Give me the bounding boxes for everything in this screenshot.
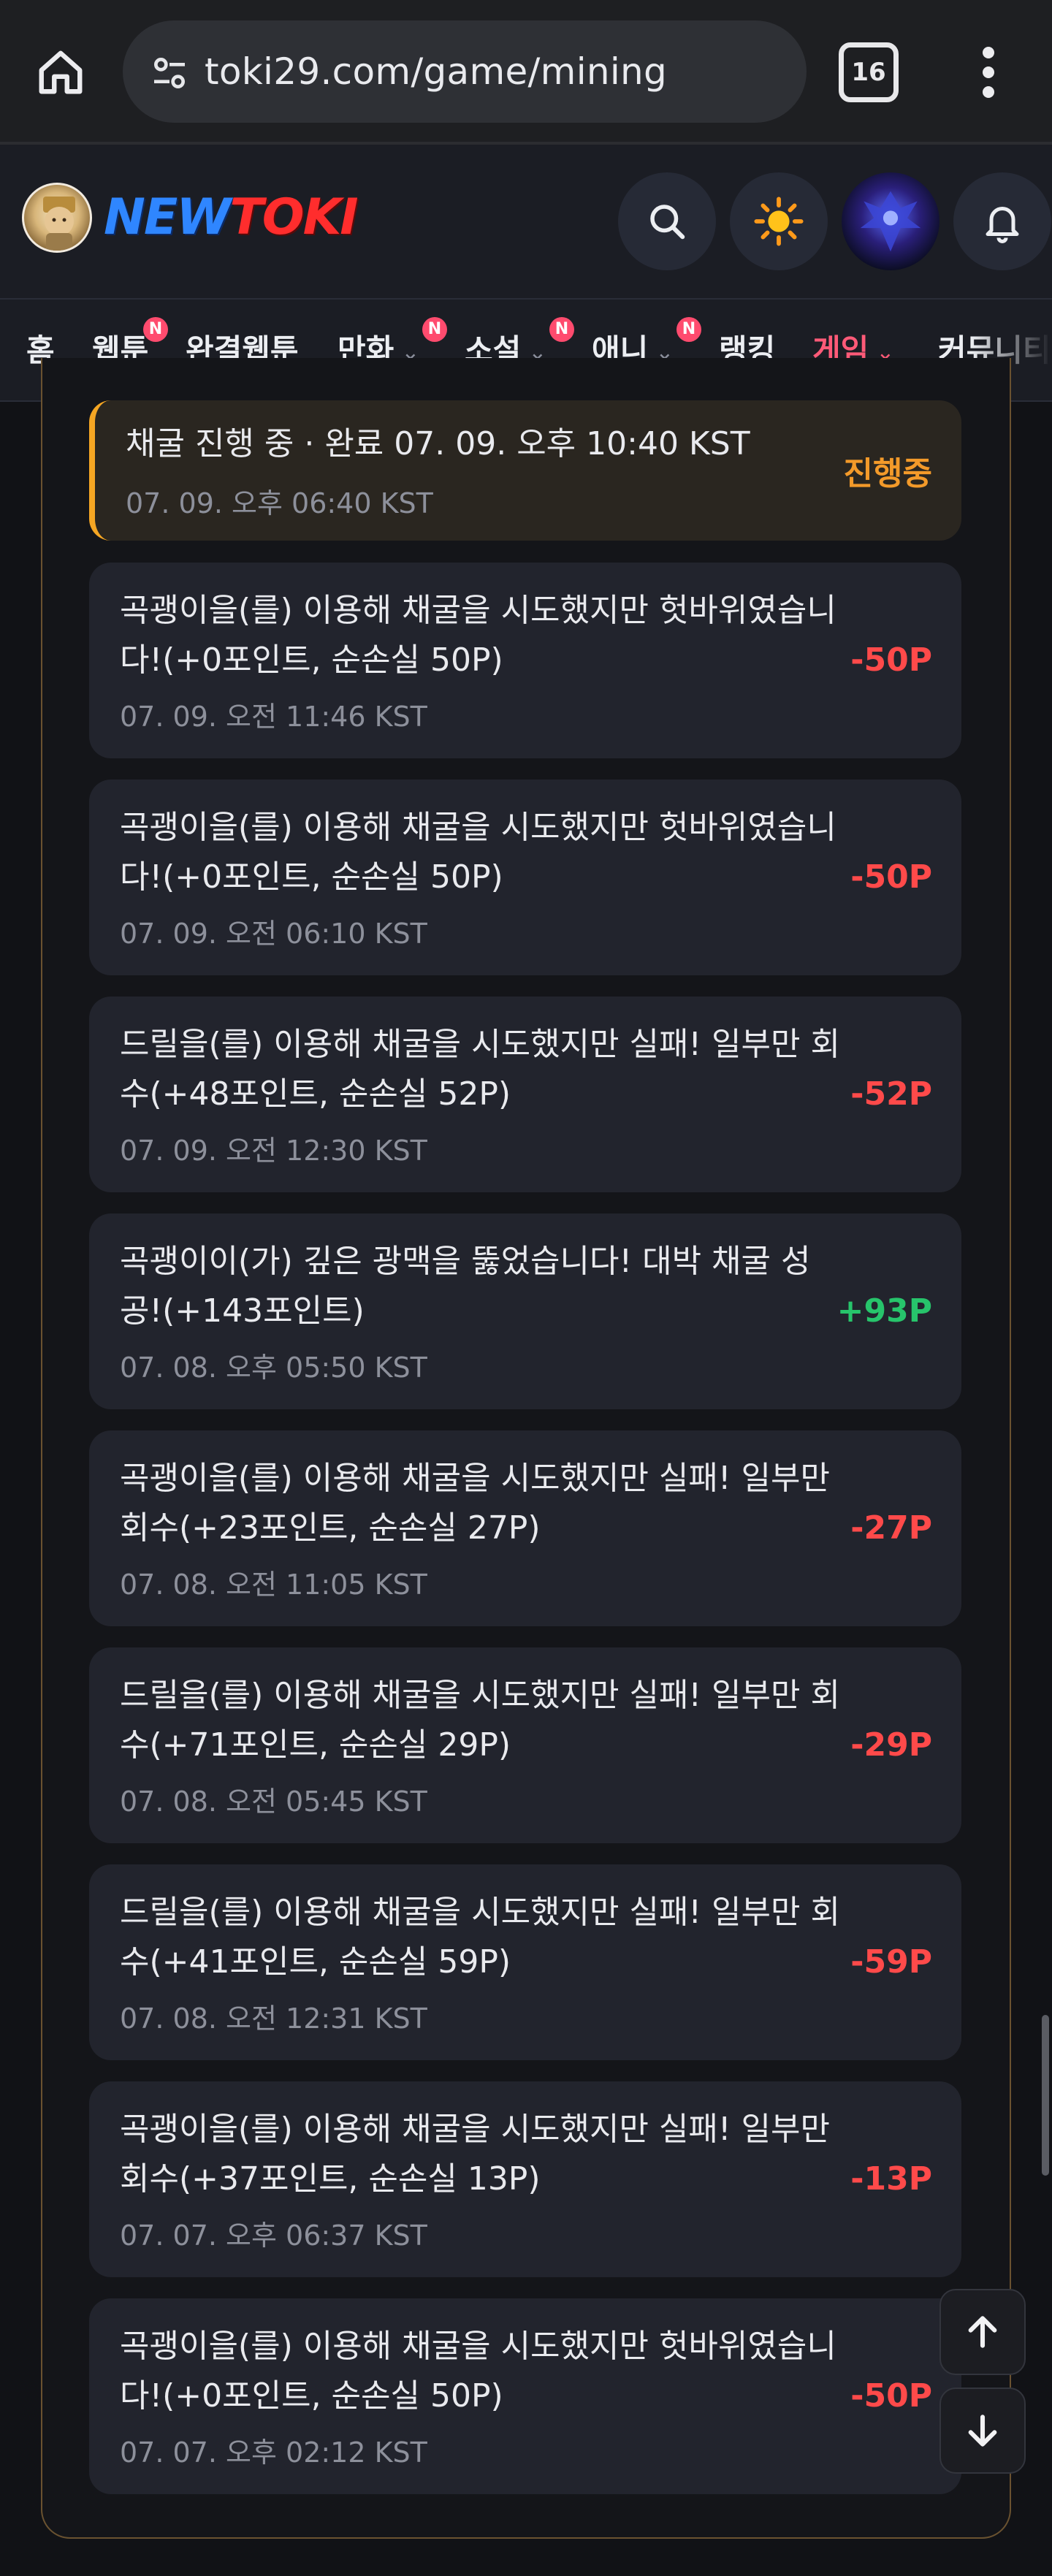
record-time: 07. 08. 오전 11:05 KST [120, 1569, 427, 1601]
scroll-bottom-button[interactable] [939, 2388, 1026, 2474]
bell-icon [986, 207, 1019, 243]
record-time: 07. 09. 오후 06:40 KST [126, 487, 433, 519]
notification-button[interactable] [953, 172, 1051, 270]
mining-record: 곡괭이을(를) 이용해 채굴을 시도했지만 헛바위였습니다!(+0포인트, 순손… [89, 780, 961, 975]
menu-dot [983, 47, 994, 58]
record-text: 곡괭이이(가) 깊은 광맥을 뚫었습니다! 대박 채굴 성공!(+143포인트) [120, 1243, 811, 1330]
record-value: +93P [836, 1292, 932, 1330]
mining-record: 드릴을(를) 이용해 채굴을 시도했지만 실패! 일부만 회수(+48포인트, … [89, 997, 961, 1192]
record-value: -59P [850, 1943, 932, 1981]
record-time: 07. 09. 오전 06:10 KST [120, 918, 427, 950]
url-text[interactable]: toki29.com/game/mining [205, 20, 667, 123]
menu-dot [983, 86, 994, 98]
new-badge: N [549, 317, 574, 342]
record-text: 곡괭이을(를) 이용해 채굴을 시도했지만 헛바위였습니다!(+0포인트, 순손… [120, 2328, 836, 2415]
record-value: -27P [850, 1509, 932, 1547]
record-time: 07. 09. 오전 11:46 KST [120, 701, 427, 733]
record-time: 07. 08. 오전 12:31 KST [120, 2003, 427, 2035]
record-value: -13P [850, 2160, 932, 2198]
new-badge: N [676, 317, 701, 342]
site-logo-text[interactable]: NEWTOKI [104, 181, 359, 254]
browser-home-button[interactable] [29, 41, 92, 104]
address-bar[interactable]: toki29.com/game/mining [123, 20, 807, 123]
mining-record-in-progress: 채굴 진행 중 · 완료 07. 09. 오후 10:40 KST 07. 09… [89, 400, 961, 541]
record-value: -50P [850, 2377, 932, 2415]
record-value: -29P [850, 1726, 932, 1764]
record-text: 곡괭이을(를) 이용해 채굴을 시도했지만 헛바위였습니다!(+0포인트, 순손… [120, 592, 836, 679]
avatar-image [860, 191, 921, 252]
record-time: 07. 09. 오전 12:30 KST [120, 1135, 427, 1167]
new-badge: N [143, 317, 168, 342]
new-badge: N [422, 317, 447, 342]
mining-record: 곡괭이을(를) 이용해 채굴을 시도했지만 헛바위였습니다!(+0포인트, 순손… [89, 2298, 961, 2494]
record-text: 드릴을(를) 이용해 채굴을 시도했지만 실패! 일부만 회수(+41포인트, … [120, 1894, 840, 1981]
record-text: 드릴을(를) 이용해 채굴을 시도했지만 실패! 일부만 회수(+71포인트, … [120, 1677, 840, 1764]
mining-record: 곡괭이을(를) 이용해 채굴을 시도했지만 실패! 일부만 회수(+23포인트,… [89, 1430, 961, 1626]
menu-dot [983, 66, 994, 78]
record-text: 드릴을(를) 이용해 채굴을 시도했지만 실패! 일부만 회수(+48포인트, … [120, 1026, 840, 1113]
mining-record: 곡괭이을(를) 이용해 채굴을 시도했지만 헛바위였습니다!(+0포인트, 순손… [89, 563, 961, 758]
search-button[interactable] [618, 172, 716, 270]
logo-toki: TOKI [229, 188, 358, 246]
arrow-down-icon [968, 2415, 997, 2447]
mascot-icon [43, 197, 75, 251]
logo-new: NEW [104, 188, 231, 246]
record-time: 07. 07. 오후 06:37 KST [120, 2219, 427, 2252]
page-scrollbar[interactable] [1042, 2015, 1049, 2176]
site-header: NEWTOKI [0, 145, 1052, 298]
mining-record: 드릴을(를) 이용해 채굴을 시도했지만 실패! 일부만 회수(+41포인트, … [89, 1864, 961, 2060]
record-text: 곡괭이을(를) 이용해 채굴을 시도했지만 실패! 일부만 회수(+23포인트,… [120, 1460, 830, 1547]
sun-icon [754, 197, 804, 246]
record-time: 07. 07. 오후 02:12 KST [120, 2436, 427, 2469]
tab-switcher-button[interactable]: 16 [839, 42, 899, 102]
browser-toolbar: toki29.com/game/mining 16 [0, 0, 1052, 145]
record-status: 진행중 [843, 455, 932, 492]
browser-menu-button[interactable] [963, 39, 1014, 105]
record-value: -50P [850, 641, 932, 679]
record-value: -50P [850, 858, 932, 896]
avatar[interactable] [842, 172, 939, 270]
record-text: 곡괭이을(를) 이용해 채굴을 시도했지만 실패! 일부만 회수(+37포인트,… [120, 2111, 830, 2198]
home-icon [39, 50, 83, 94]
scroll-top-button[interactable] [939, 2289, 1026, 2375]
mining-record: 곡괭이이(가) 깊은 광맥을 뚫었습니다! 대박 채굴 성공!(+143포인트)… [89, 1213, 961, 1409]
record-value: -52P [850, 1075, 932, 1113]
mining-record: 드릴을(를) 이용해 채굴을 시도했지만 실패! 일부만 회수(+71포인트, … [89, 1647, 961, 1843]
theme-toggle-button[interactable] [730, 172, 828, 270]
record-time: 07. 08. 오후 05:50 KST [120, 1352, 427, 1384]
site-logo-mascot[interactable] [22, 183, 92, 253]
mining-record: 곡괭이을(를) 이용해 채굴을 시도했지만 실패! 일부만 회수(+37포인트,… [89, 2081, 961, 2277]
record-text: 곡괭이을(를) 이용해 채굴을 시도했지만 헛바위였습니다!(+0포인트, 순손… [120, 809, 836, 896]
record-text: 채굴 진행 중 · 완료 07. 09. 오후 10:40 KST [126, 425, 750, 462]
search-icon [650, 205, 685, 240]
arrow-up-icon [968, 2316, 997, 2348]
record-time: 07. 08. 오전 05:45 KST [120, 1786, 427, 1818]
site-settings-icon[interactable] [149, 53, 190, 94]
